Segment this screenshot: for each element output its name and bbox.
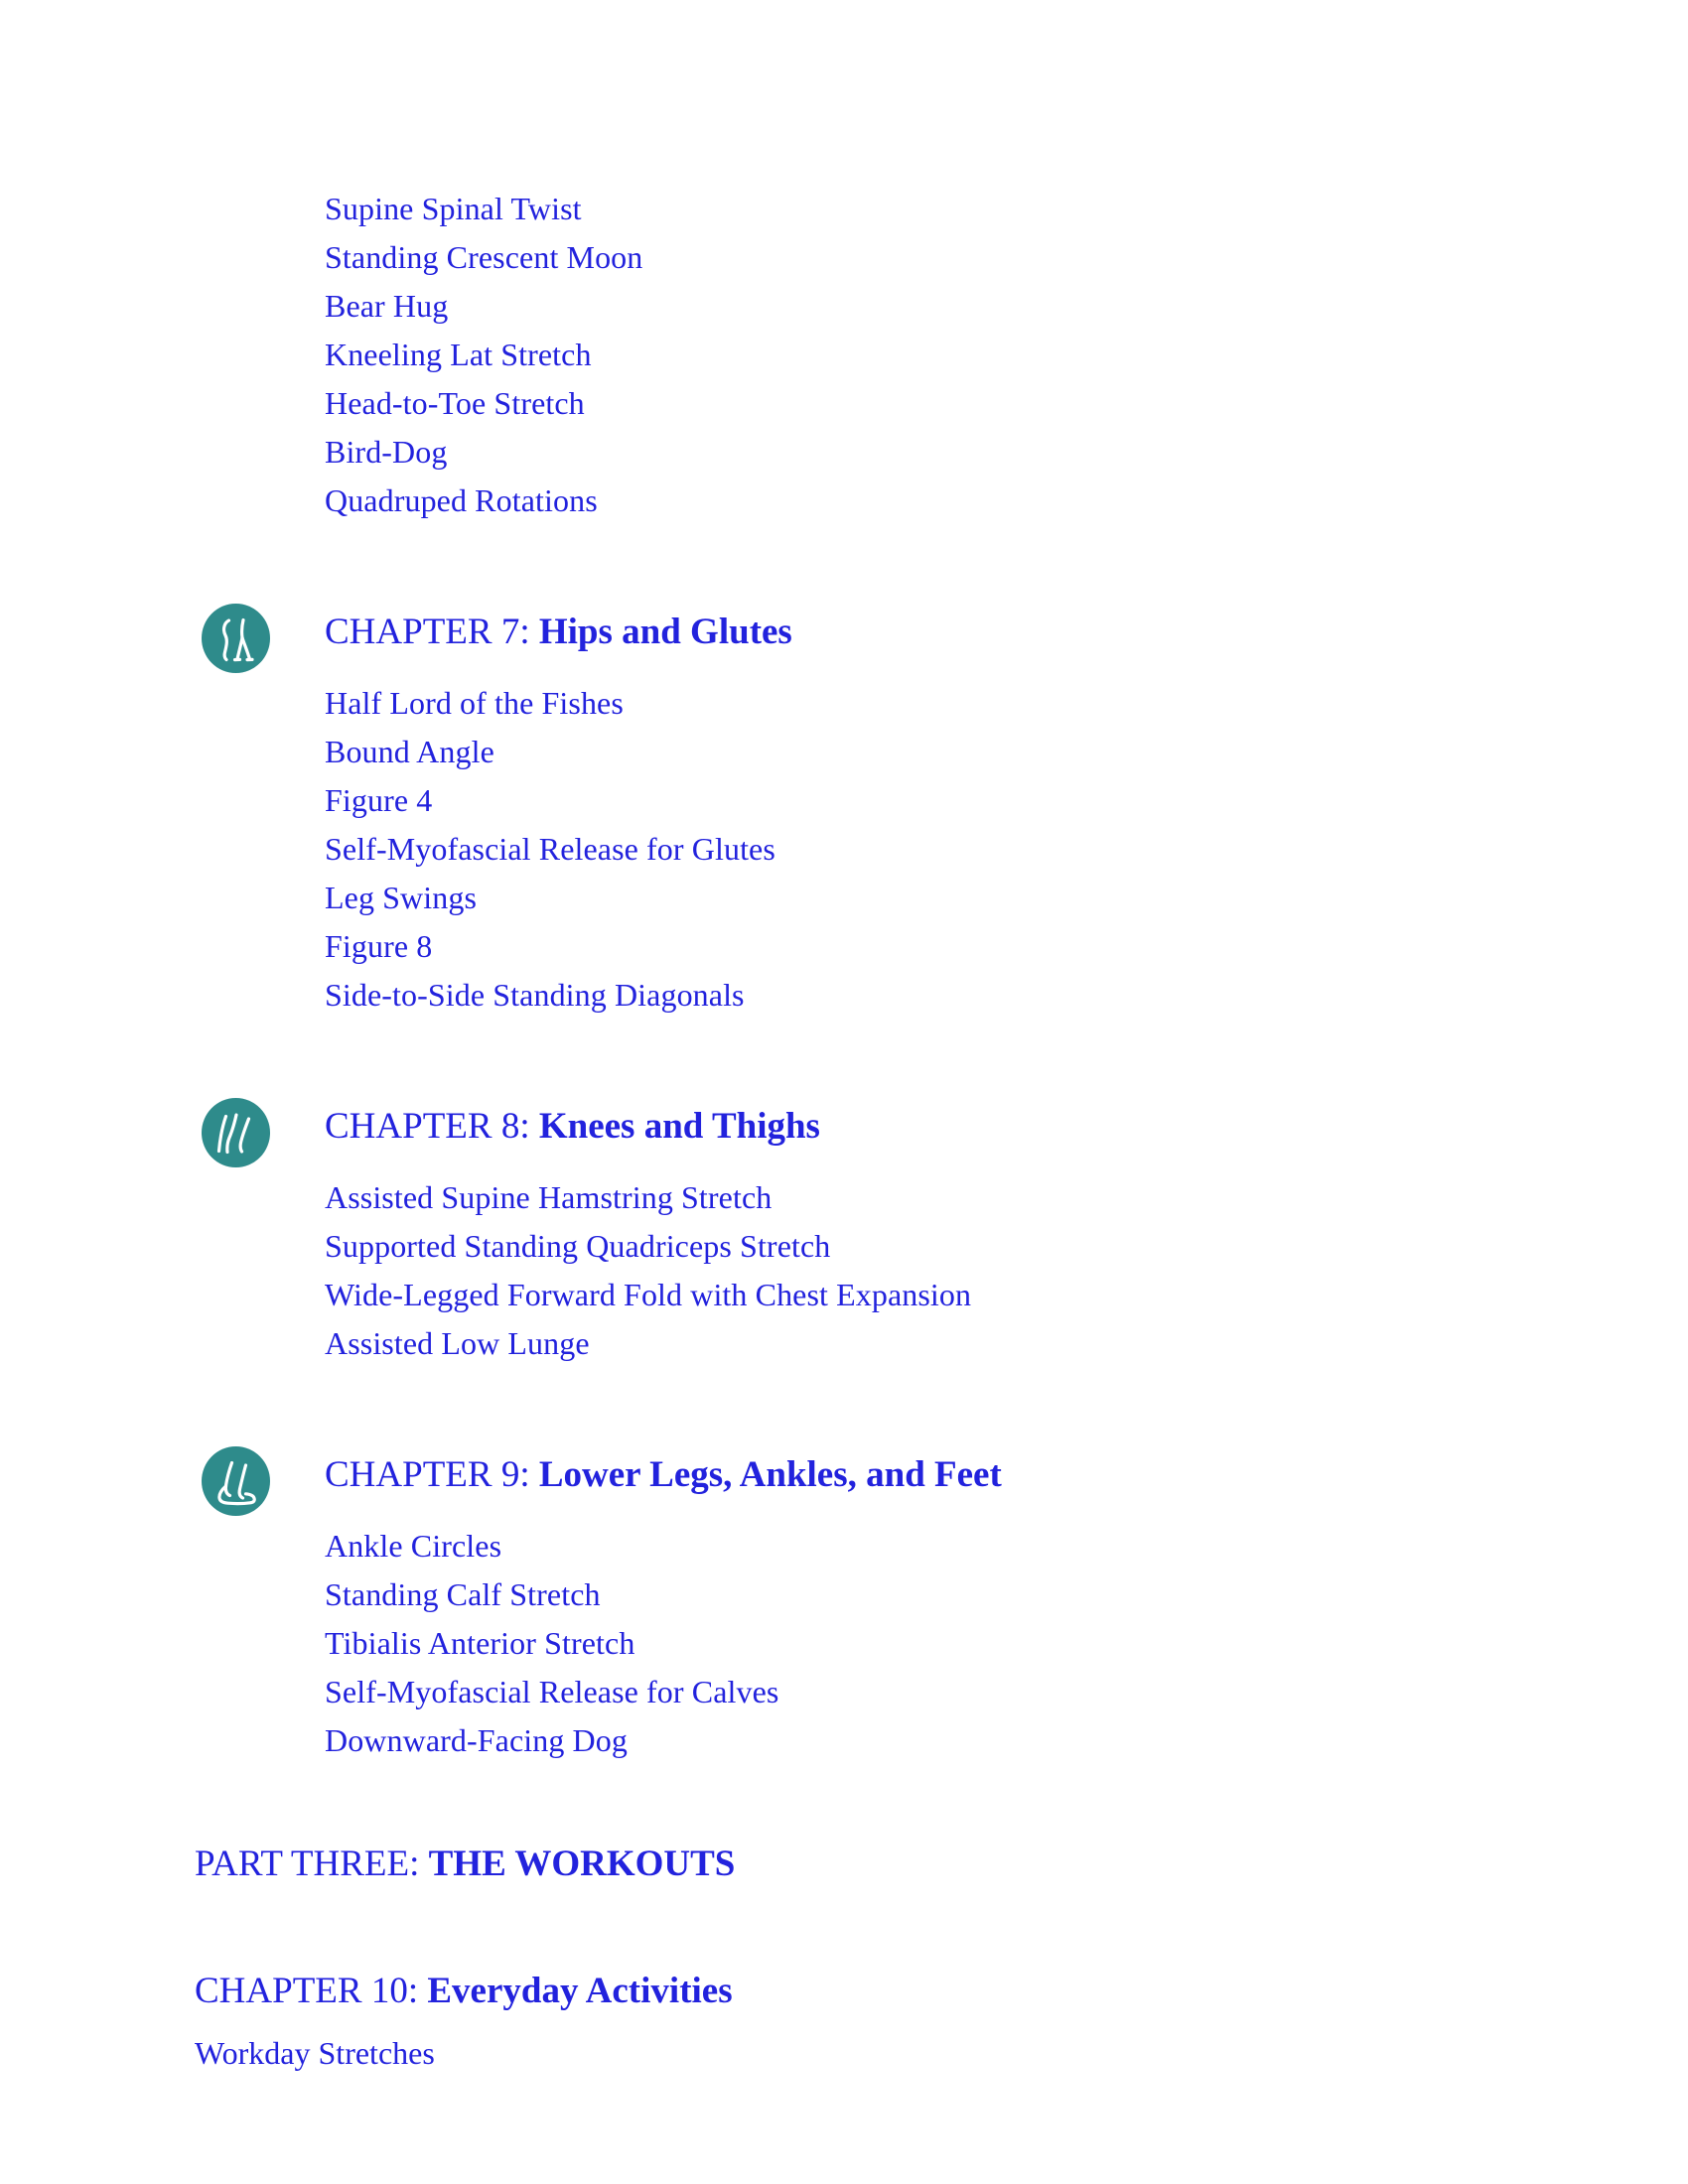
chapter-heading-10[interactable]: CHAPTER 10: Everyday Activities bbox=[195, 1966, 1688, 2017]
chapter-name: Lower Legs, Ankles, and Feet bbox=[538, 1454, 1002, 1495]
list-item[interactable]: Leg Swings bbox=[325, 874, 1688, 922]
list-item[interactable]: Bound Angle bbox=[325, 728, 1688, 776]
list-item[interactable]: Head-to-Toe Stretch bbox=[325, 379, 1688, 428]
list-item[interactable]: Standing Crescent Moon bbox=[325, 233, 1688, 282]
list-item[interactable]: Half Lord of the Fishes bbox=[325, 679, 1688, 728]
chapter-title-7: CHAPTER 7: Hips and Glutes bbox=[325, 598, 1688, 658]
chapter-heading-7[interactable]: CHAPTER 7: Hips and Glutes bbox=[0, 598, 1688, 675]
chapter-number-label: CHAPTER 9: bbox=[325, 1454, 530, 1495]
part-number-label: PART THREE: bbox=[195, 1843, 420, 1884]
list-item[interactable]: Assisted Supine Hamstring Stretch bbox=[325, 1173, 1688, 1222]
part-title: THE WORKOUTS bbox=[428, 1843, 736, 1884]
chapter-heading-9[interactable]: CHAPTER 9: Lower Legs, Ankles, and Feet bbox=[0, 1440, 1688, 1518]
chapter-number-label: CHAPTER 7: bbox=[325, 612, 530, 652]
chapter-name: Hips and Glutes bbox=[538, 612, 792, 652]
list-item[interactable]: Figure 8 bbox=[325, 922, 1688, 971]
list-item[interactable]: Figure 4 bbox=[325, 776, 1688, 825]
knees-and-thighs-icon bbox=[202, 1098, 270, 1167]
chapter-title-8: CHAPTER 8: Knees and Thighs bbox=[325, 1092, 1688, 1153]
list-item[interactable]: Bird-Dog bbox=[325, 428, 1688, 477]
toc-page: Supine Spinal Twist Standing Crescent Mo… bbox=[0, 0, 1688, 2184]
chapter-number-label: CHAPTER 8: bbox=[325, 1106, 530, 1147]
hips-and-glutes-icon bbox=[202, 604, 270, 673]
list-item[interactable]: Tibialis Anterior Stretch bbox=[325, 1619, 1688, 1668]
chapter-number-label: CHAPTER 10: bbox=[195, 1971, 419, 2011]
chapter-name: Knees and Thighs bbox=[538, 1106, 820, 1147]
list-item[interactable]: Supine Spinal Twist bbox=[325, 185, 1688, 233]
list-item[interactable]: Assisted Low Lunge bbox=[325, 1319, 1688, 1368]
chapter-heading-8[interactable]: CHAPTER 8: Knees and Thighs bbox=[0, 1092, 1688, 1169]
lower-legs-ankles-feet-icon bbox=[202, 1446, 270, 1516]
list-item[interactable]: Wide-Legged Forward Fold with Chest Expa… bbox=[325, 1271, 1688, 1319]
list-item[interactable]: Supported Standing Quadriceps Stretch bbox=[325, 1222, 1688, 1271]
list-item[interactable]: Self-Myofascial Release for Calves bbox=[325, 1668, 1688, 1716]
list-item[interactable]: Bear Hug bbox=[325, 282, 1688, 331]
chapter-title-9: CHAPTER 9: Lower Legs, Ankles, and Feet bbox=[325, 1440, 1688, 1501]
list-item[interactable]: Downward-Facing Dog bbox=[325, 1716, 1688, 1765]
list-item[interactable]: Ankle Circles bbox=[325, 1522, 1688, 1570]
continued-item-list: Supine Spinal Twist Standing Crescent Mo… bbox=[0, 185, 1688, 525]
list-item[interactable]: Workday Stretches bbox=[195, 2029, 1688, 2078]
chapter-10-item-list: Workday Stretches bbox=[0, 2029, 1688, 2078]
chapter-8-item-list: Assisted Supine Hamstring Stretch Suppor… bbox=[0, 1173, 1688, 1368]
chapter-9-item-list: Ankle Circles Standing Calf Stretch Tibi… bbox=[0, 1522, 1688, 1765]
list-item[interactable]: Quadruped Rotations bbox=[325, 477, 1688, 525]
list-item[interactable]: Standing Calf Stretch bbox=[325, 1570, 1688, 1619]
chapter-7-item-list: Half Lord of the Fishes Bound Angle Figu… bbox=[0, 679, 1688, 1020]
list-item[interactable]: Side-to-Side Standing Diagonals bbox=[325, 971, 1688, 1020]
part-three-heading[interactable]: PART THREE: THE WORKOUTS bbox=[195, 1839, 1688, 1890]
list-item[interactable]: Kneeling Lat Stretch bbox=[325, 331, 1688, 379]
chapter-name: Everyday Activities bbox=[427, 1971, 733, 2011]
list-item[interactable]: Self-Myofascial Release for Glutes bbox=[325, 825, 1688, 874]
